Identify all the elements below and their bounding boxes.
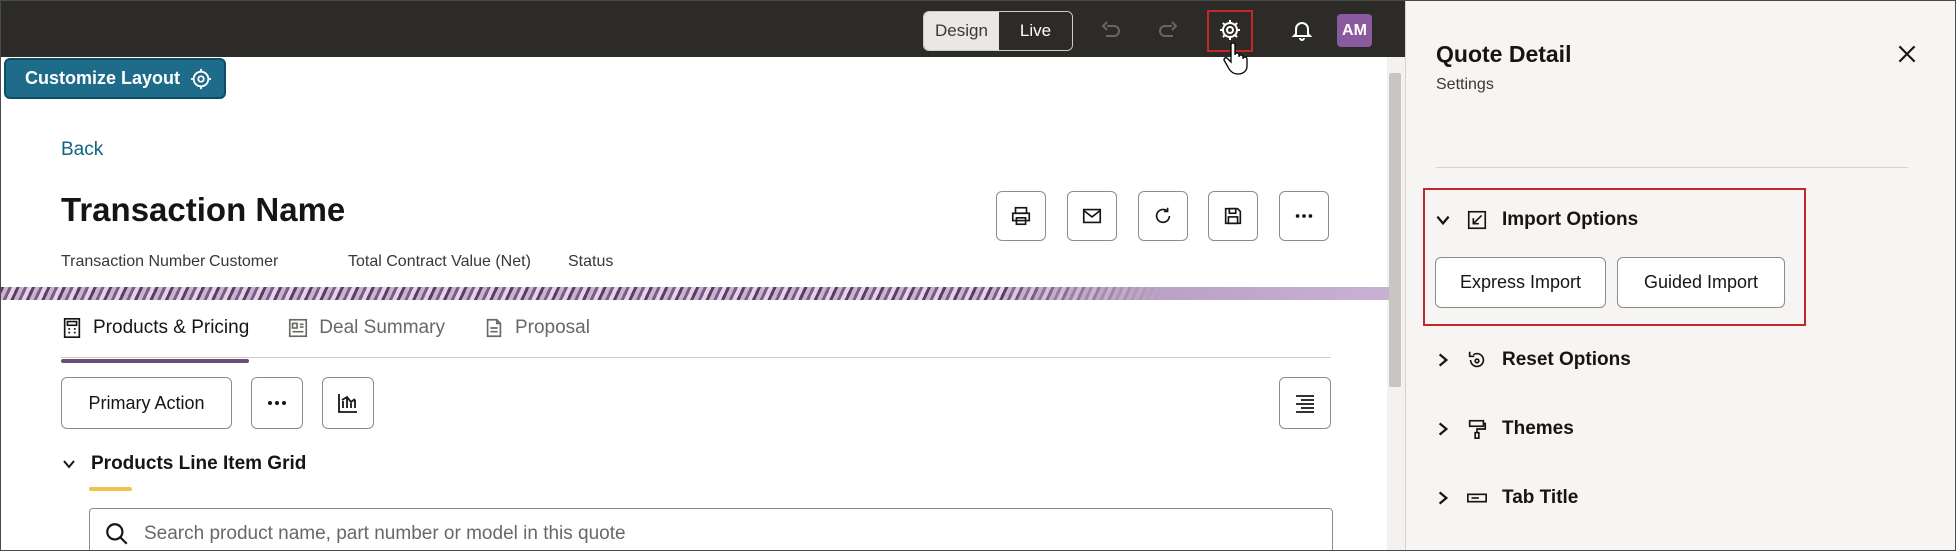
refresh-icon [1155, 207, 1171, 224]
more-actions-button[interactable] [1279, 191, 1329, 241]
tab-deal-summary[interactable]: Deal Summary [287, 311, 445, 351]
paint-roller-icon [1468, 419, 1487, 439]
customer-label: Customer [209, 253, 279, 270]
align-right-icon [1296, 395, 1314, 413]
panel-subtitle: Settings [1436, 76, 1494, 93]
avatar[interactable]: AM [1337, 14, 1372, 47]
product-search-input[interactable]: Search product name, part number or mode… [89, 508, 1333, 550]
reset-options-section[interactable]: Reset Options [1434, 349, 1631, 371]
column-settings-button[interactable] [1279, 377, 1331, 429]
tab-title-section[interactable]: Tab Title [1434, 487, 1578, 509]
search-placeholder: Search product name, part number or mode… [144, 523, 626, 544]
dashboard-icon [289, 318, 308, 338]
tab-label: Deal Summary [319, 317, 445, 338]
hand-cursor-icon [1223, 42, 1248, 75]
mail-icon [1082, 208, 1102, 224]
search-icon [106, 523, 128, 545]
status-label: Status [568, 253, 614, 270]
print-button[interactable] [996, 191, 1046, 241]
app-window: Design Live AM Customize Layout Back Tra… [0, 0, 1956, 551]
customize-layout-button[interactable]: Customize Layout [4, 58, 226, 99]
section-label: Themes [1502, 418, 1574, 439]
tab-bar: Products & Pricing Deal Summary Proposal [61, 311, 590, 363]
save-button[interactable] [1208, 191, 1258, 241]
primary-action-button[interactable]: Primary Action [61, 377, 232, 429]
design-mode-button[interactable]: Design [924, 12, 999, 50]
tab-divider [61, 357, 1331, 358]
tab-title-icon [1467, 493, 1487, 503]
chevron-right-icon [1438, 422, 1449, 436]
tab-products-pricing[interactable]: Products & Pricing [61, 311, 250, 363]
section-label: Tab Title [1502, 487, 1579, 508]
back-link[interactable]: Back [61, 139, 103, 161]
document-icon [486, 318, 502, 338]
chevron-right-icon [1438, 353, 1449, 367]
tab-label: Proposal [514, 317, 590, 338]
total-contract-value-label: Total Contract Value (Net) [348, 253, 531, 270]
transaction-number-label: Transaction Number [61, 253, 206, 270]
mode-toggle[interactable]: Design Live [923, 11, 1073, 51]
decorative-banner [1, 287, 1389, 300]
panel-title: Quote Detail [1436, 41, 1572, 67]
page-title: Transaction Name [61, 191, 346, 228]
reset-icon [1468, 351, 1485, 368]
ellipsis-icon [268, 401, 286, 405]
close-icon[interactable] [1894, 41, 1920, 67]
section-label: Reset Options [1502, 349, 1631, 370]
live-mode-button[interactable]: Live [999, 12, 1072, 50]
scrollbar-thumb[interactable] [1389, 73, 1401, 387]
products-grid-header[interactable]: Products Line Item Grid [61, 453, 306, 475]
more-options-button[interactable] [251, 377, 303, 429]
redo-icon[interactable] [1152, 13, 1186, 47]
panel-divider [1436, 167, 1908, 168]
themes-section[interactable]: Themes [1434, 418, 1574, 440]
gear-icon [190, 68, 212, 89]
tab-label: Products & Pricing [93, 317, 250, 338]
tab-proposal[interactable]: Proposal [483, 311, 590, 351]
top-bar: Design Live AM [1, 1, 1405, 57]
chevron-down-icon [63, 460, 75, 469]
analytics-button[interactable] [322, 377, 374, 429]
chart-icon [338, 394, 357, 413]
chevron-right-icon [1438, 491, 1449, 505]
refresh-button[interactable] [1138, 191, 1188, 241]
save-icon [1224, 207, 1242, 225]
calculator-icon [63, 318, 81, 338]
section-underline [89, 487, 132, 491]
undo-icon[interactable] [1093, 13, 1127, 47]
printer-icon [1011, 206, 1031, 226]
customize-layout-label: Customize Layout [25, 68, 181, 88]
section-title: Products Line Item Grid [91, 453, 307, 474]
email-button[interactable] [1067, 191, 1117, 241]
bell-icon[interactable] [1285, 13, 1319, 47]
ellipsis-icon [1295, 214, 1313, 218]
import-options-highlight-box [1423, 188, 1806, 326]
